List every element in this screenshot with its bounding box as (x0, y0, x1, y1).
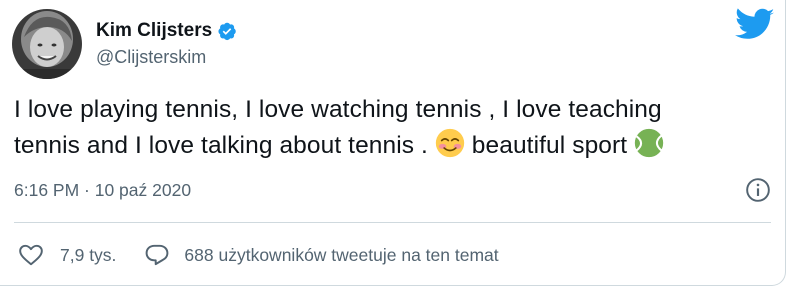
tweet-actions: 7,9 tys. 688 użytkowników tweetuje na te… (18, 242, 499, 268)
divider (14, 222, 771, 223)
comment-icon[interactable] (144, 242, 170, 268)
tweet-text-line-2b: beautiful sport (464, 132, 635, 159)
name-row: Kim Clijsters (96, 20, 237, 42)
author-block: Kim Clijsters @Clijsterskim (96, 20, 237, 68)
like-count[interactable]: 7,9 tys. (60, 243, 116, 267)
tweet-timestamp[interactable]: 6:16 PM · 10 paź 2020 (14, 178, 191, 202)
display-name[interactable]: Kim Clijsters (96, 20, 212, 42)
handle[interactable]: @Clijsterskim (96, 46, 237, 68)
tweet-card: Kim Clijsters @Clijsterskim I love playi… (0, 0, 786, 286)
tweet-text: I love playing tennis, I love watching t… (14, 92, 774, 164)
reply-action[interactable]: 688 użytkowników tweetuje na ten temat (144, 242, 499, 268)
verified-badge-icon (217, 21, 237, 41)
tweet-text-line-1: I love playing tennis, I love watching t… (14, 96, 662, 123)
tweet-header: Kim Clijsters @Clijsterskim (12, 8, 237, 80)
info-icon[interactable] (745, 177, 771, 203)
smiling-face-with-blush-emoji (435, 128, 465, 158)
tweet-text-line-2a: tennis and I love talking about tennis . (14, 132, 435, 159)
tennis-ball-emoji (634, 128, 664, 158)
twitter-bird-icon[interactable] (735, 8, 775, 42)
like-action[interactable]: 7,9 tys. (18, 242, 116, 268)
heart-icon[interactable] (18, 242, 44, 268)
tweeting-count-text[interactable]: 688 użytkowników tweetuje na ten temat (184, 243, 498, 267)
avatar[interactable] (12, 9, 82, 79)
